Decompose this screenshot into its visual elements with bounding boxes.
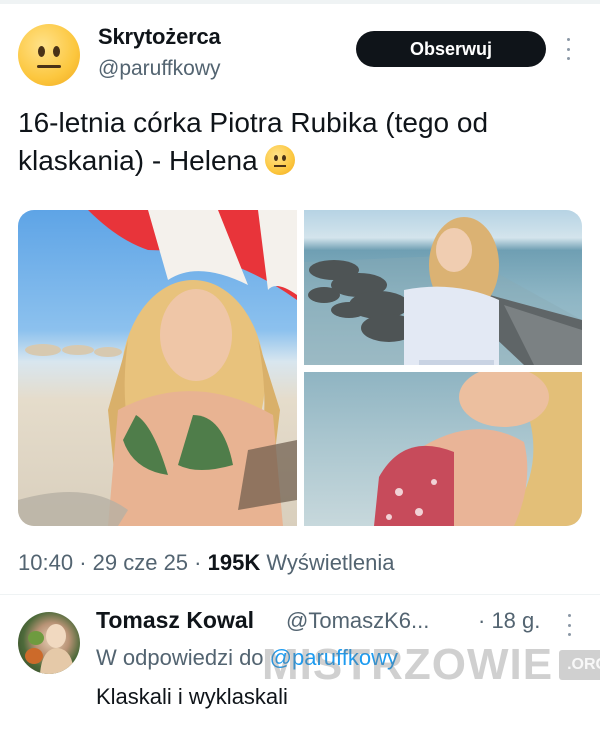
follow-button[interactable]: Obserwuj: [356, 31, 546, 67]
in-reply-prefix: W odpowiedzi do: [96, 645, 264, 670]
reply-text: Klaskali i wyklaskali: [96, 684, 288, 709]
more-options-icon[interactable]: [565, 38, 571, 60]
top-divider: [0, 0, 600, 4]
avatar-mouth: [37, 65, 61, 68]
neutral-face-emoji-icon: [265, 145, 296, 175]
sea-closeup-photo-illustration: [374, 372, 582, 526]
author-avatar[interactable]: [18, 24, 80, 86]
author-name[interactable]: Skrytożerca: [98, 24, 221, 50]
tweet-body: 16-letnia córka Piotra Rubika (tego od k…: [18, 104, 583, 180]
views-label: Wyświetlenia: [266, 550, 395, 575]
author-handle[interactable]: @paruffkowy: [98, 57, 220, 81]
tweet-date[interactable]: 29 cze 25: [93, 550, 188, 575]
beach-photo-illustration: [18, 210, 297, 526]
reply-time[interactable]: · 18 g.: [478, 608, 540, 634]
meta-separator: ·: [79, 550, 87, 575]
reply-divider: [0, 594, 600, 595]
reply-avatar-illustration: [25, 624, 74, 674]
watermark-tld: .ORG: [559, 650, 600, 680]
media-photo-1[interactable]: [18, 210, 297, 526]
media-photo-2[interactable]: [304, 210, 582, 365]
reply-avatar[interactable]: [18, 612, 80, 674]
tweet-time: 10:40: [18, 550, 74, 575]
views-count: 195K: [207, 550, 261, 575]
seaside-rocks-photo-illustration: [304, 217, 582, 365]
reply-author-handle[interactable]: @TomaszK6...: [286, 608, 429, 634]
media-photo-3[interactable]: [304, 372, 582, 526]
tweet-text: 16-letnia córka Piotra Rubika (tego od k…: [18, 107, 489, 176]
tweet-meta: 10:40 · 29 cze 25 · 195K Wyświetlenia: [18, 550, 395, 576]
avatar-eye-right: [53, 46, 60, 57]
reply-author-name[interactable]: Tomasz Kowal: [96, 607, 254, 634]
avatar-eye-left: [38, 46, 45, 57]
reply-more-options-icon[interactable]: [566, 614, 572, 636]
site-watermark: MISTRZOWIE .ORG: [262, 640, 600, 690]
meta-separator: ·: [194, 550, 202, 575]
watermark-main: MISTRZOWIE: [262, 640, 554, 689]
media-grid: [18, 210, 582, 526]
